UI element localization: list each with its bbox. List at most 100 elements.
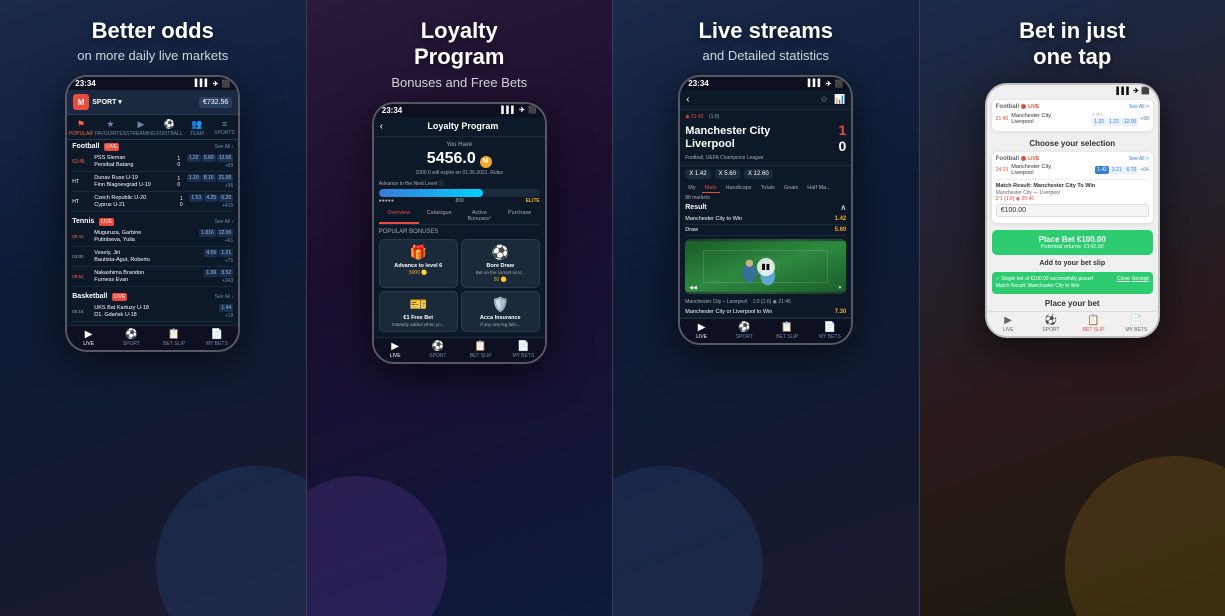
- bottom-nav-betslip-4[interactable]: 📋 BET SLIP: [1072, 315, 1115, 333]
- table-row: 03:00 Vesely, Jiri Bautista-Agut, Robert…: [72, 247, 233, 267]
- league-name: Football, UEFA Champions League: [685, 155, 846, 161]
- back-button[interactable]: ‹: [380, 121, 383, 132]
- close-link[interactable]: Close: [1117, 276, 1130, 282]
- nav-football[interactable]: ⚽ FOOTBALL: [156, 119, 183, 137]
- betslip-section: Football LIVE See All > 21:45 Manchester…: [987, 97, 1158, 228]
- odd-3[interactable]: 12.00: [1122, 118, 1139, 126]
- bottom-nav-betslip-2[interactable]: 📋 BET SLIP: [459, 341, 502, 359]
- potential-returns: Potential returns: €142.00: [997, 244, 1148, 250]
- tab-goals[interactable]: Goals: [781, 184, 801, 193]
- bottom-nav-sport-2[interactable]: ⚽ SPORT: [417, 341, 460, 359]
- odd-1[interactable]: 1.22: [1092, 118, 1106, 126]
- panel2-phone-container: 23:34 ▌▌▌ ✈ ⬛ ‹ Loyalty Program You Have…: [372, 102, 547, 616]
- odd-away-2[interactable]: 6.70: [1125, 166, 1139, 174]
- star-icon[interactable]: ☆: [820, 94, 828, 105]
- basketball-see-all[interactable]: See All ›: [215, 294, 234, 300]
- you-have-label: You Have: [379, 142, 540, 148]
- basketball-title: Basketball: [72, 293, 107, 300]
- nav-streaming[interactable]: ▶ STREAMING: [126, 119, 156, 137]
- tab-overview[interactable]: Overview: [379, 208, 419, 224]
- tab-active-bonuses[interactable]: Active Bonuses⁴: [459, 208, 499, 224]
- loyalty-page-title: Loyalty Program: [387, 121, 539, 131]
- bonus-card-acca[interactable]: 🛡️ Acca Insurance If any one leg fails..…: [461, 291, 540, 333]
- phone1-content: M SPORT ▾ €732.56 ⚑ POPULAR ★ FAVOURITES: [67, 90, 238, 325]
- tab-totals[interactable]: Totals: [758, 184, 778, 193]
- expand-icon[interactable]: ∧: [840, 203, 846, 212]
- panel4-header: Bet in justone tap: [1009, 0, 1135, 79]
- bottom-nav-sport-4[interactable]: ⚽ SPORT: [1030, 315, 1073, 333]
- bottom-nav-sport[interactable]: ⚽ SPORT: [110, 329, 153, 347]
- bottom-nav-live-2[interactable]: ▶ LIVE: [374, 341, 417, 359]
- result-label: Match Result: Manchester City To Win: [996, 183, 1149, 189]
- phone4-content: Football LIVE See All > 21:45 Manchester…: [987, 97, 1158, 311]
- bottom-nav-live[interactable]: ▶ LIVE: [67, 329, 110, 347]
- bottom-nav-live-3[interactable]: ▶ LIVE: [680, 322, 723, 340]
- nav-favourites-label: FAVOURITES: [95, 131, 126, 137]
- balance-display: €732.56: [199, 97, 232, 108]
- more-markets-1[interactable]: +99: [1140, 116, 1148, 122]
- tab-half-ma[interactable]: Half Ma...: [804, 184, 834, 193]
- points-display: 5456.0 M: [379, 150, 540, 168]
- tab-main[interactable]: Main: [702, 184, 720, 193]
- more-markets-2[interactable]: +64: [1140, 167, 1148, 173]
- tab-handicaps[interactable]: Handicaps: [723, 184, 755, 193]
- odd-2[interactable]: 1.22: [1107, 118, 1121, 126]
- sports-icon: ≡: [222, 119, 227, 129]
- bonus-card-free-bet[interactable]: 🎫 €1 Free Bet Instantly added when yo...: [379, 291, 458, 333]
- panel1-subtitle: on more daily live markets: [77, 48, 228, 63]
- place-bet-button[interactable]: Place Bet €100.00 Potential returns: €14…: [992, 230, 1153, 255]
- odd-draw-2[interactable]: 3.21: [1110, 166, 1124, 174]
- m-logo: M: [73, 94, 89, 110]
- tab-catalogue[interactable]: Catalogue: [419, 208, 459, 224]
- add-bet-slip-label: Add to your bet slip: [987, 257, 1158, 270]
- bottom-nav-mybets-4[interactable]: 📄 MY BETS: [1115, 315, 1158, 333]
- bonus-card-bore-draw[interactable]: ⚽ Bore Draw Bet on the correct scor... 5…: [461, 239, 540, 288]
- bottom-nav-mybets-2[interactable]: 📄 MY BETS: [502, 341, 545, 359]
- nav-team-label: TEAM: [190, 131, 204, 137]
- football-see-all[interactable]: See All ›: [215, 144, 234, 150]
- nav-popular[interactable]: ⚑ POPULAR: [67, 119, 94, 137]
- bore-draw-cost: 50 🟡: [466, 277, 535, 283]
- market-row-man-city-win: Manchester City to Win 1.42: [685, 214, 846, 225]
- nav-favourites[interactable]: ★ FAVOURITES: [95, 119, 126, 137]
- basketball-live-badge: LIVE: [112, 293, 127, 301]
- bottom-nav-mybets-3[interactable]: 📄 MY BETS: [809, 322, 852, 340]
- acca-name: Acca Insurance: [466, 315, 535, 321]
- video-thumbnail[interactable]: ▮▮ ◀◀ ✕: [685, 239, 846, 294]
- bottom-nav-sport-3[interactable]: ⚽ SPORT: [723, 322, 766, 340]
- receipt-link[interactable]: Receipt: [1132, 276, 1149, 282]
- panel-better-odds: Better odds on more daily live markets 2…: [0, 0, 306, 616]
- progress-section: Advance to the Next Level ⓘ ●●●●● 800 EL…: [379, 180, 540, 204]
- nav-team[interactable]: 👥 TEAM: [183, 119, 210, 137]
- bore-draw-desc: Bet on the correct scor...: [466, 270, 535, 276]
- see-all-2[interactable]: See All >: [1129, 156, 1149, 162]
- nav-sports[interactable]: ≡ SPORTS: [211, 119, 238, 137]
- bottom-nav-mybets[interactable]: 📄 MY BETS: [196, 329, 239, 347]
- close-video-icon[interactable]: ✕: [838, 285, 842, 291]
- bore-draw-name: Bore Draw: [466, 263, 535, 269]
- tab-purchase[interactable]: Purchase: [500, 208, 540, 224]
- stats-icon[interactable]: 📊: [834, 94, 845, 105]
- bonus-card-advance[interactable]: 🎁 Advance to level 6 5000 🟡: [379, 239, 458, 288]
- popular-bonuses-label: POPULAR BONUSES: [379, 229, 540, 235]
- panel1-title: Better odds: [77, 18, 228, 44]
- popular-icon: ⚑: [77, 119, 85, 130]
- tab-my[interactable]: My: [685, 184, 698, 193]
- video-label: Manchester City – Liverpool 1:0 (1:0) ◉ …: [680, 297, 851, 307]
- bottom-nav-live-4[interactable]: ▶ LIVE: [987, 315, 1030, 333]
- score-team1: 1: [838, 122, 846, 138]
- stake-input[interactable]: €100.00: [996, 204, 1149, 217]
- see-all-1[interactable]: See All >: [1129, 104, 1149, 110]
- phone1-topbar: M SPORT ▾ €732.56: [67, 90, 238, 115]
- tennis-see-all[interactable]: See All ›: [215, 219, 234, 225]
- nav-streaming-label: STREAMING: [126, 131, 156, 137]
- panel1-header: Better odds on more daily live markets: [67, 0, 238, 71]
- play-button[interactable]: ▮▮: [757, 258, 775, 276]
- multipliers-row: X 1.42 X 5.60 X 12.60: [680, 166, 851, 182]
- score-team2: 0: [838, 138, 846, 154]
- odd-selected[interactable]: 1.42: [1095, 166, 1109, 174]
- bottom-nav-betslip-3[interactable]: 📋 BET SLIP: [766, 322, 809, 340]
- bottom-nav-betslip[interactable]: 📋 BET SLIP: [153, 329, 196, 347]
- back-button-3[interactable]: ‹: [686, 94, 689, 105]
- match-detail: ◉ 21:45 (1:0) Manchester City Liverpool …: [680, 110, 851, 166]
